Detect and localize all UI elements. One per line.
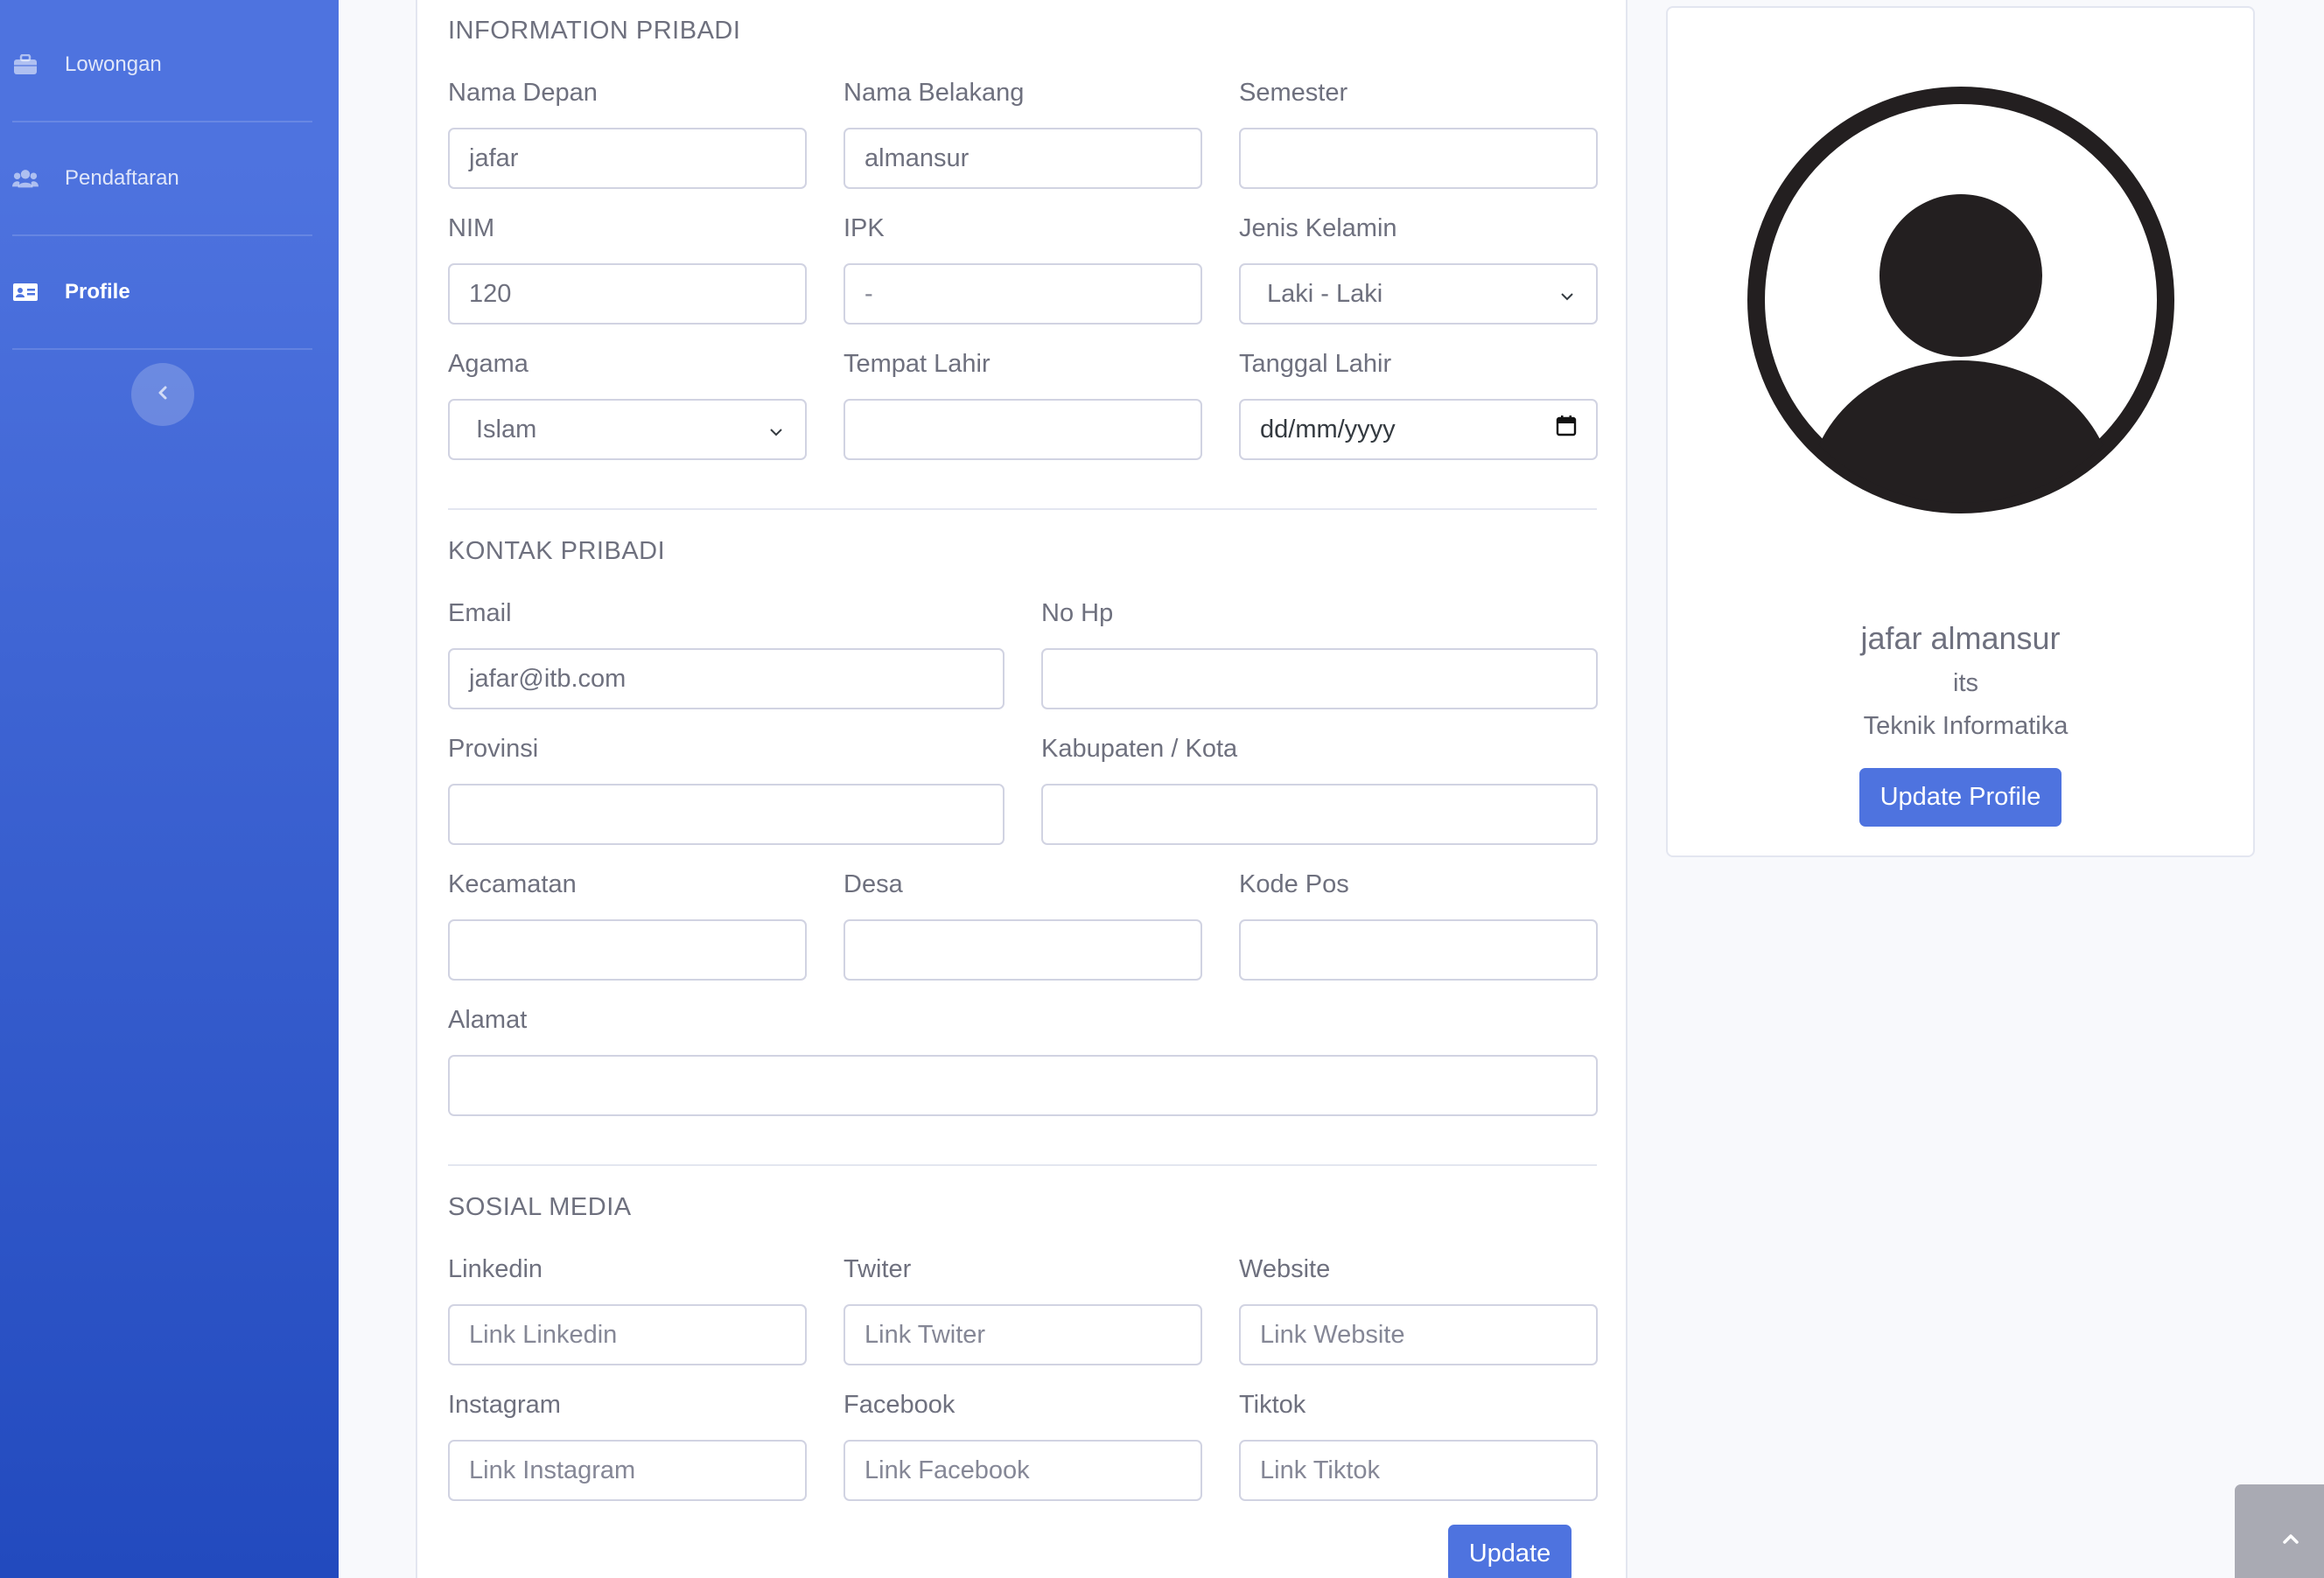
twiter-input[interactable]: Link Twiter (844, 1304, 1202, 1365)
scroll-to-top-button[interactable] (2235, 1484, 2324, 1578)
label-desa: Desa (844, 870, 903, 898)
label-jenis-kelamin: Jenis Kelamin (1239, 214, 1397, 242)
label-linkedin: Linkedin (448, 1255, 543, 1283)
update-profile-button[interactable]: Update Profile (1859, 768, 2062, 827)
label-nama-depan: Nama Depan (448, 79, 598, 107)
label-kode-pos: Kode Pos (1239, 870, 1349, 898)
section-title-social: SOSIAL MEDIA (448, 1193, 632, 1221)
label-provinsi: Provinsi (448, 735, 539, 763)
label-ipk: IPK (844, 214, 885, 242)
chevron-up-icon (2281, 1532, 2300, 1550)
id-card-icon (12, 279, 38, 305)
section-title-contact: KONTAK PRIBADI (448, 537, 666, 565)
nim-input[interactable]: 120 (448, 263, 807, 325)
label-instagram: Instagram (448, 1391, 561, 1419)
kode-pos-input[interactable] (1239, 919, 1598, 981)
agama-select[interactable]: Islam (448, 399, 807, 460)
kecamatan-input[interactable] (448, 919, 807, 981)
label-kecamatan: Kecamatan (448, 870, 577, 898)
facebook-input[interactable]: Link Facebook (844, 1440, 1202, 1501)
email-input[interactable]: jafar@itb.com (448, 648, 1004, 709)
label-tiktok: Tiktok (1239, 1391, 1306, 1419)
semester-input[interactable] (1239, 128, 1598, 189)
sidebar-item-profile[interactable]: Profile (12, 236, 312, 350)
sidebar-item-label: Profile (65, 280, 130, 304)
profile-card: jafar almansur its Teknik Informatika Up… (1666, 6, 2255, 857)
tanggal-lahir-input[interactable]: dd/mm/yyyy (1239, 399, 1598, 460)
tempat-lahir-input[interactable] (844, 399, 1202, 460)
ipk-input[interactable]: - (844, 263, 1202, 325)
label-tanggal-lahir: Tanggal Lahir (1239, 350, 1392, 378)
sidebar-item-lowongan[interactable]: Lowongan (12, 9, 312, 122)
kabupaten-input[interactable] (1041, 784, 1598, 845)
sidebar-item-label: Lowongan (65, 52, 162, 76)
sidebar-item-pendaftaran[interactable]: Pendaftaran (12, 122, 312, 236)
tiktok-input[interactable]: Link Tiktok (1239, 1440, 1598, 1501)
user-avatar-icon (1746, 85, 2176, 515)
sidebar-item-label: Pendaftaran (65, 166, 179, 190)
linkedin-input[interactable]: Link Linkedin (448, 1304, 807, 1365)
chevron-left-icon (155, 385, 171, 405)
label-tempat-lahir: Tempat Lahir (844, 350, 990, 378)
label-kabupaten: Kabupaten / Kota (1041, 735, 1238, 763)
section-divider (448, 508, 1597, 510)
website-input[interactable]: Link Website (1239, 1304, 1598, 1365)
profile-major: Teknik Informatika (1863, 712, 2068, 740)
section-title-personal: INFORMATION PRIBADI (448, 17, 741, 45)
no-hp-input[interactable] (1041, 648, 1598, 709)
sidebar: Lowongan Pendaftaran Profile (0, 0, 339, 1578)
label-nama-belakang: Nama Belakang (844, 79, 1025, 107)
profile-university: its (1953, 669, 1978, 697)
desa-input[interactable] (844, 919, 1202, 981)
nama-depan-input[interactable]: jafar (448, 128, 807, 189)
profile-form-card: INFORMATION PRIBADI Nama Depan jafar Nam… (416, 0, 1628, 1578)
provinsi-input[interactable] (448, 784, 1004, 845)
label-agama: Agama (448, 350, 528, 378)
briefcase-icon (12, 52, 38, 78)
section-divider (448, 1164, 1597, 1166)
label-website: Website (1239, 1255, 1331, 1283)
label-twiter: Twiter (844, 1255, 912, 1283)
nama-belakang-input[interactable]: almansur (844, 128, 1202, 189)
label-semester: Semester (1239, 79, 1348, 107)
chevron-down-icon (766, 420, 786, 439)
users-icon (12, 165, 38, 192)
instagram-input[interactable]: Link Instagram (448, 1440, 807, 1501)
alamat-input[interactable] (448, 1055, 1598, 1116)
label-email: Email (448, 599, 512, 627)
label-nim: NIM (448, 214, 495, 242)
calendar-icon[interactable] (1556, 415, 1577, 444)
chevron-down-icon (1558, 284, 1577, 304)
label-facebook: Facebook (844, 1391, 956, 1419)
jenis-kelamin-select[interactable]: Laki - Laki (1239, 263, 1598, 325)
update-button[interactable]: Update (1448, 1525, 1572, 1578)
sidebar-toggle-button[interactable] (131, 363, 194, 426)
label-alamat: Alamat (448, 1006, 528, 1034)
profile-name: jafar almansur (1860, 620, 2061, 656)
label-no-hp: No Hp (1041, 599, 1114, 627)
